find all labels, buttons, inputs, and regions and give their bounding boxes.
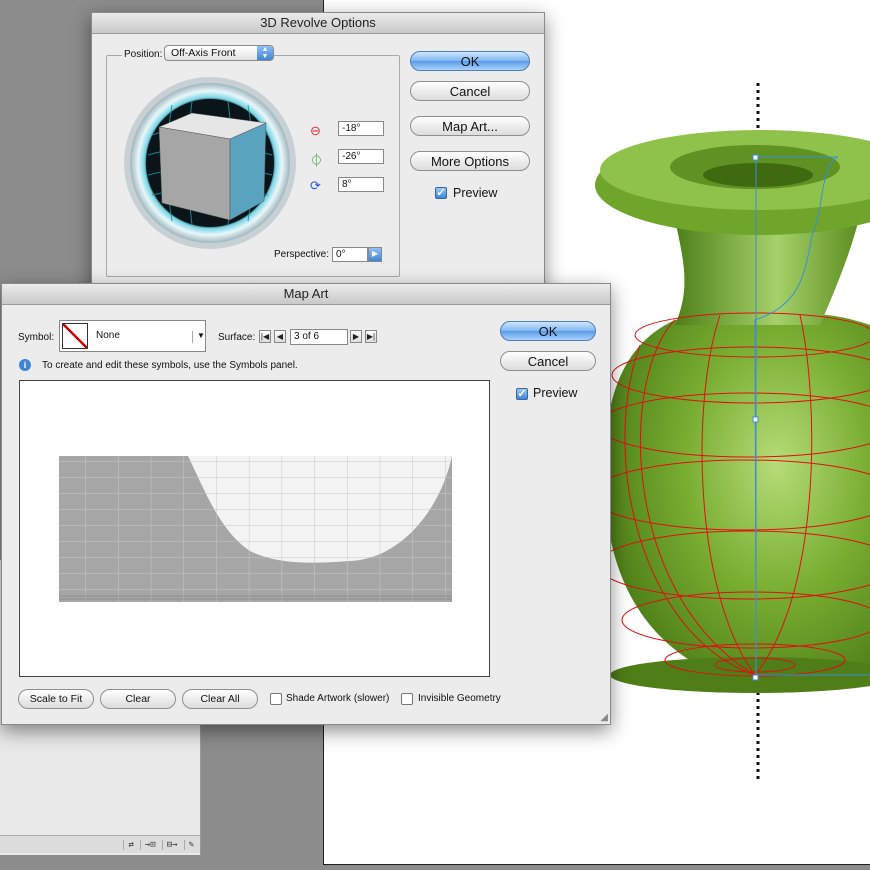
surface-field[interactable]: 3 of 6 <box>290 329 348 345</box>
rotate-z-field[interactable]: 8° <box>338 177 384 192</box>
symbol-popup[interactable]: None ▼ <box>59 320 206 352</box>
panel-footer-icon-4[interactable]: ✎ <box>183 839 194 850</box>
symbol-dropdown-icon: ▼ <box>192 331 205 343</box>
surface-map <box>59 456 452 602</box>
revolve-cancel-button[interactable]: Cancel <box>410 81 530 101</box>
shade-artwork-checkbox[interactable] <box>270 693 282 705</box>
surface-prev-button[interactable]: ◀ <box>274 330 286 343</box>
position-value: Off-Axis Front <box>171 47 236 59</box>
surface-label: Surface: <box>218 332 256 343</box>
revolve-preview-checkbox[interactable]: ✓ <box>435 187 447 199</box>
info-text: To create and edit these symbols, use th… <box>42 360 298 371</box>
panel-footer-icon-1[interactable]: ⇄ <box>123 839 134 850</box>
rotate-x-field[interactable]: -18° <box>338 121 384 136</box>
invisible-geometry-checkbox[interactable] <box>401 693 413 705</box>
panel-footer-icon-3[interactable]: ⊟→ <box>161 839 178 850</box>
popup-arrows-icon: ▲ ▼ <box>257 46 273 60</box>
info-icon: i <box>19 359 31 371</box>
rotate-z-icon: ⟳ <box>310 178 321 193</box>
surface-next-button[interactable]: ▶ <box>350 330 362 343</box>
rotate-y-field[interactable]: -26° <box>338 149 384 164</box>
more-options-button[interactable]: More Options <box>410 151 530 171</box>
surface-preview-canvas[interactable] <box>19 380 490 677</box>
perspective-field[interactable]: 0° <box>332 247 368 262</box>
rotate-x-icon: ⊖ <box>310 123 321 138</box>
panel-footer-icon-2[interactable]: →⊡ <box>139 839 156 850</box>
perspective-slider-button[interactable]: ▶ <box>368 247 382 262</box>
rotation-trackball[interactable] <box>122 75 298 251</box>
perspective-label: Perspective: <box>274 249 330 260</box>
position-label: Position: <box>122 49 165 60</box>
revolve-dialog-title: 3D Revolve Options <box>92 13 544 34</box>
revolve-options-dialog: 3D Revolve Options Position: Off-Axis Fr… <box>91 12 545 304</box>
surface-last-button[interactable]: ▶| <box>365 330 377 343</box>
symbol-value: None <box>96 330 120 341</box>
invisible-geometry-label: Invisible Geometry <box>418 693 501 704</box>
shade-artwork-label: Shade Artwork (slower) <box>286 693 390 704</box>
map-art-dialog: Map Art Symbol: None ▼ Surface: |◀ ◀ 3 o… <box>1 283 611 725</box>
clear-button[interactable]: Clear <box>100 689 176 709</box>
surface-first-button[interactable]: |◀ <box>259 330 271 343</box>
vase-artwork[interactable] <box>580 75 870 785</box>
position-popup[interactable]: Off-Axis Front ▲ ▼ <box>164 45 274 61</box>
revolve-ok-button[interactable]: OK <box>410 51 530 71</box>
map-cancel-button[interactable]: Cancel <box>500 351 596 371</box>
rotate-y-icon: ⏀ <box>310 153 324 168</box>
map-preview-label: Preview <box>533 386 578 400</box>
panel-footer: ⇄ →⊡ ⊟→ ✎ <box>0 835 200 853</box>
map-art-button[interactable]: Map Art... <box>410 116 530 136</box>
symbol-label: Symbol: <box>18 332 55 343</box>
map-ok-button[interactable]: OK <box>500 321 596 341</box>
scale-to-fit-button[interactable]: Scale to Fit <box>18 689 94 709</box>
none-swatch-icon <box>62 323 88 349</box>
resize-grip-icon[interactable]: ◢ <box>600 712 608 723</box>
map-preview-checkbox[interactable]: ✓ <box>516 388 528 400</box>
clear-all-button[interactable]: Clear All <box>182 689 258 709</box>
revolve-preview-label: Preview <box>453 186 498 200</box>
map-art-dialog-title: Map Art <box>2 284 610 305</box>
